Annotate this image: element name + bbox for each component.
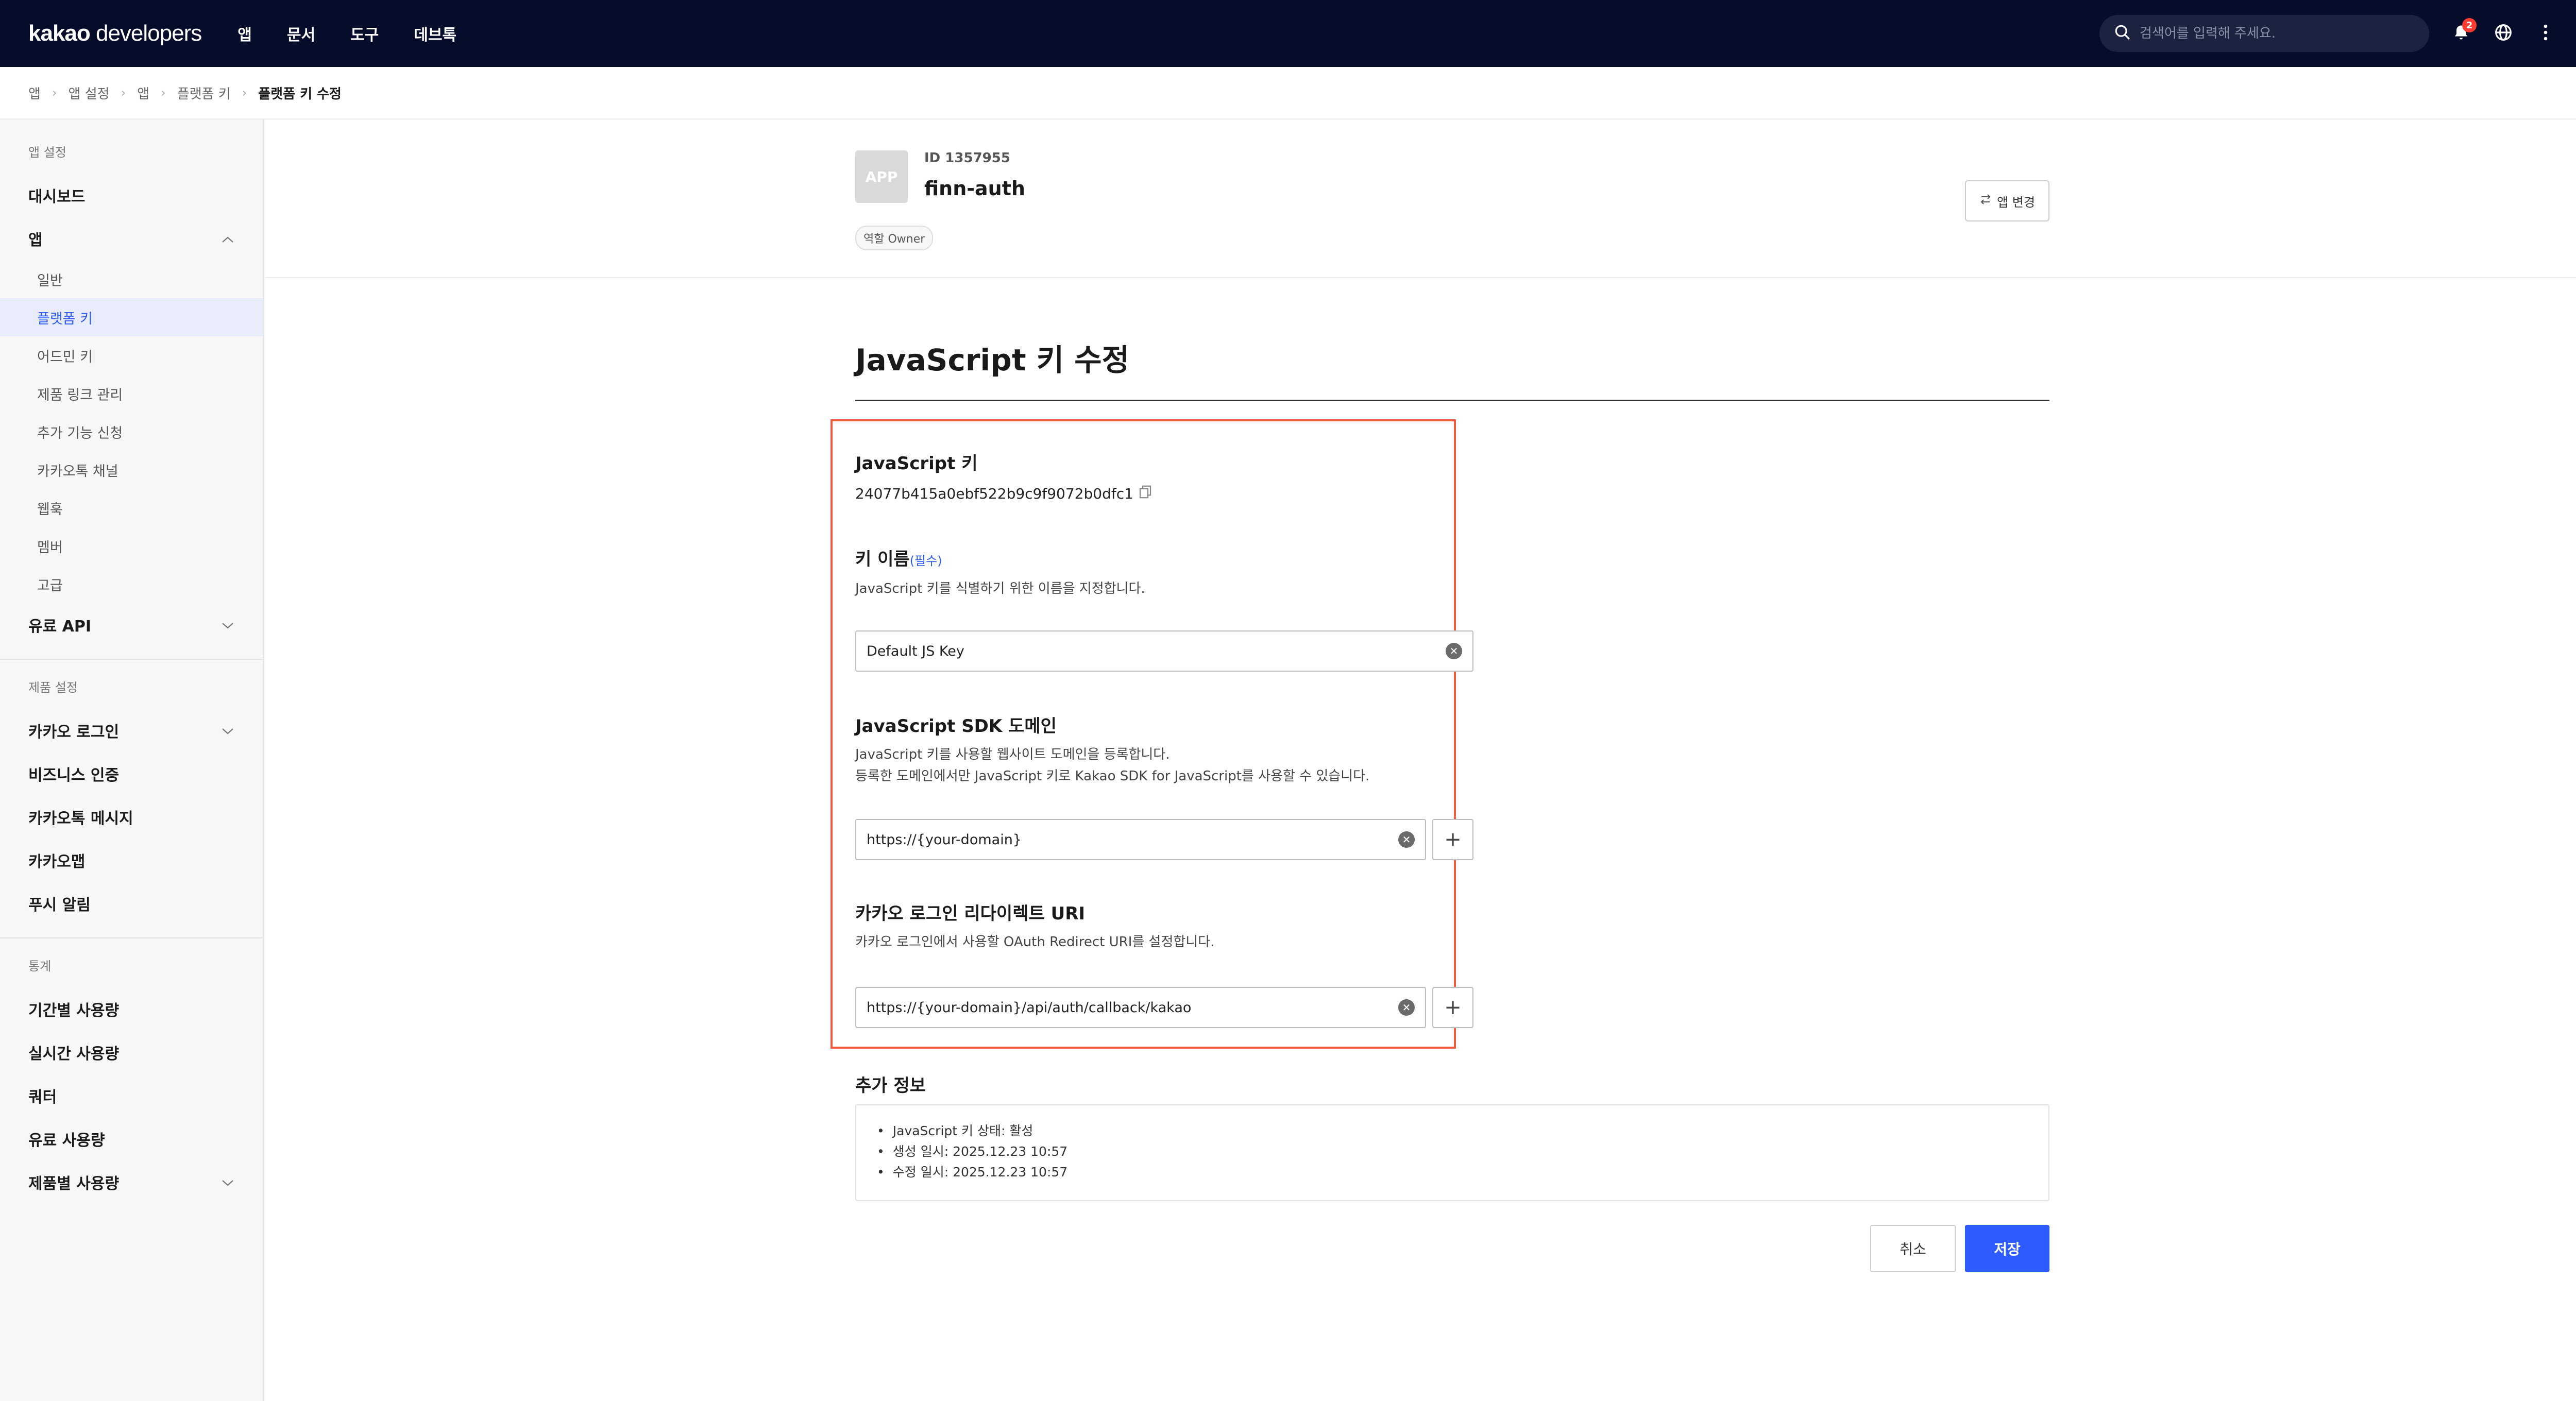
nav-app[interactable]: 앱 bbox=[238, 22, 252, 45]
main-content: APP ID 1357955 finn-auth 역할 Owner 앱 변경 J… bbox=[265, 119, 2576, 1401]
sidebar-item-product-link[interactable]: 제품 링크 관리 bbox=[0, 374, 263, 413]
more-vertical-icon bbox=[2543, 23, 2549, 44]
sidebar-item-kakaotalk-message[interactable]: 카카오톡 메시지 bbox=[0, 795, 263, 839]
nav-docs[interactable]: 문서 bbox=[287, 22, 315, 45]
role-badge: 역할 Owner bbox=[855, 226, 934, 250]
app-icon: APP bbox=[855, 150, 908, 203]
extra-info-item: 수정 일시: 2025.12.23 10:57 bbox=[877, 1162, 2028, 1183]
clear-icon[interactable]: ✕ bbox=[1446, 643, 1462, 659]
extra-info-box: JavaScript 키 상태: 활성 생성 일시: 2025.12.23 10… bbox=[855, 1104, 2049, 1201]
sidebar-item-quota[interactable]: 쿼터 bbox=[0, 1074, 263, 1117]
sidebar: 앱 설정 대시보드 앱 일반 플랫폼 키 어드민 키 제품 링크 관리 추가 기… bbox=[0, 119, 264, 1401]
save-button[interactable]: 저장 bbox=[1965, 1225, 2049, 1272]
sidebar-item-realtime-usage[interactable]: 실시간 사용량 bbox=[0, 1031, 263, 1074]
js-key-value: 24077b415a0ebf522b9c9f9072b0dfc1 bbox=[855, 484, 1153, 503]
notification-button[interactable]: 2 bbox=[2451, 18, 2477, 44]
change-app-button[interactable]: 앱 변경 bbox=[1965, 180, 2049, 221]
plus-icon: + bbox=[1444, 996, 1462, 1019]
clear-icon[interactable]: ✕ bbox=[1398, 831, 1415, 848]
key-name-field: ✕ bbox=[855, 630, 1473, 672]
sidebar-item-business-auth[interactable]: 비즈니스 인증 bbox=[0, 752, 263, 795]
sdk-domain-field: ✕ bbox=[855, 819, 1426, 860]
sidebar-item-period-usage[interactable]: 기간별 사용량 bbox=[0, 987, 263, 1031]
search-icon bbox=[2114, 24, 2131, 43]
top-nav: 앱 문서 도구 데브톡 bbox=[238, 22, 456, 45]
nav-tools[interactable]: 도구 bbox=[350, 22, 379, 45]
chevron-down-icon bbox=[221, 616, 234, 634]
search-box bbox=[2099, 15, 2429, 52]
sidebar-item-kakaomap[interactable]: 카카오맵 bbox=[0, 839, 263, 882]
sidebar-item-paid-usage[interactable]: 유료 사용량 bbox=[0, 1117, 263, 1160]
sdk-domain-desc: JavaScript 키를 사용할 웹사이트 도메인을 등록합니다. 등록한 도… bbox=[855, 747, 1370, 784]
sidebar-item-webhook[interactable]: 웹훅 bbox=[0, 489, 263, 527]
more-menu-button[interactable] bbox=[2535, 23, 2556, 44]
breadcrumb-current: 플랫폼 키 수정 bbox=[258, 86, 342, 102]
chevron-down-icon bbox=[221, 1173, 234, 1191]
breadcrumb-item[interactable]: 앱 설정 bbox=[69, 83, 110, 102]
copy-icon[interactable] bbox=[1138, 484, 1153, 503]
search-input[interactable] bbox=[2140, 26, 2415, 41]
add-domain-button[interactable]: + bbox=[1432, 819, 1473, 860]
nav-devtalk[interactable]: 데브톡 bbox=[414, 22, 456, 45]
redirect-uri-input[interactable] bbox=[867, 999, 1398, 1016]
sidebar-item-dashboard[interactable]: 대시보드 bbox=[0, 174, 263, 217]
sidebar-item-admin-key[interactable]: 어드민 키 bbox=[0, 336, 263, 374]
title-divider bbox=[855, 400, 2049, 401]
sdk-domain-input[interactable] bbox=[867, 831, 1398, 848]
sidebar-item-general[interactable]: 일반 bbox=[0, 260, 263, 298]
sdk-domain-label: JavaScript SDK 도메인 bbox=[855, 716, 1057, 737]
chevron-right-icon: › bbox=[52, 86, 57, 100]
sidebar-item-kakaotalk-channel[interactable]: 카카오톡 채널 bbox=[0, 451, 263, 489]
chevron-down-icon bbox=[221, 722, 234, 740]
required-mark: (필수) bbox=[909, 554, 942, 568]
sidebar-divider bbox=[0, 937, 263, 938]
top-right-controls: 2 현성 bbox=[2099, 15, 2576, 52]
js-key-label: JavaScript 키 bbox=[855, 453, 978, 474]
globe-icon bbox=[2494, 23, 2513, 44]
breadcrumb-item[interactable]: 플랫폼 키 bbox=[177, 83, 231, 102]
plus-icon: + bbox=[1444, 828, 1462, 851]
breadcrumb-item[interactable]: 앱 bbox=[137, 83, 149, 102]
top-navbar: kakao developers 앱 문서 도구 데브톡 2 bbox=[0, 0, 2576, 67]
chevron-right-icon: › bbox=[242, 86, 247, 100]
sidebar-section-product-settings: 제품 설정 bbox=[28, 680, 78, 695]
extra-info-item: JavaScript 키 상태: 활성 bbox=[877, 1121, 2028, 1141]
page-title: JavaScript 키 수정 bbox=[855, 343, 1130, 378]
add-redirect-uri-button[interactable]: + bbox=[1432, 987, 1473, 1028]
sidebar-section-app-settings: 앱 설정 bbox=[28, 145, 66, 160]
sidebar-item-members[interactable]: 멤버 bbox=[0, 527, 263, 565]
breadcrumb-item[interactable]: 앱 bbox=[28, 83, 41, 102]
cancel-button[interactable]: 취소 bbox=[1870, 1225, 1956, 1272]
swap-icon bbox=[1979, 193, 1992, 209]
redirect-uri-label: 카카오 로그인 리다이렉트 URI bbox=[855, 903, 1086, 924]
app-header: APP ID 1357955 finn-auth 역할 Owner 앱 변경 bbox=[265, 119, 2576, 278]
sidebar-item-push[interactable]: 푸시 알림 bbox=[0, 882, 263, 925]
sidebar-item-feature-request[interactable]: 추가 기능 신청 bbox=[0, 413, 263, 451]
extra-info-title: 추가 정보 bbox=[855, 1075, 926, 1096]
sidebar-section-stats: 통계 bbox=[28, 959, 52, 973]
chevron-right-icon: › bbox=[121, 86, 126, 100]
sidebar-item-app[interactable]: 앱 bbox=[0, 217, 263, 260]
app-name: finn-auth bbox=[924, 177, 1025, 200]
breadcrumb: 앱 › 앱 설정 › 앱 › 플랫폼 키 › 플랫폼 키 수정 bbox=[0, 67, 2576, 119]
redirect-uri-field: ✕ bbox=[855, 987, 1426, 1028]
clear-icon[interactable]: ✕ bbox=[1398, 999, 1415, 1016]
extra-info-item: 생성 일시: 2025.12.23 10:57 bbox=[877, 1141, 2028, 1162]
chevron-up-icon bbox=[221, 230, 234, 248]
kakao-developers-logo[interactable]: kakao developers bbox=[28, 21, 202, 46]
key-name-desc: JavaScript 키를 식별하기 위한 이름을 지정합니다. bbox=[855, 581, 1145, 596]
chevron-right-icon: › bbox=[161, 86, 166, 100]
notification-badge: 2 bbox=[2462, 18, 2477, 32]
key-name-label: 키 이름(필수) bbox=[855, 549, 942, 570]
sidebar-item-kakao-login[interactable]: 카카오 로그인 bbox=[0, 709, 263, 752]
redirect-uri-desc: 카카오 로그인에서 사용할 OAuth Redirect URI를 설정합니다. bbox=[855, 934, 1215, 950]
sidebar-item-paid-api[interactable]: 유료 API bbox=[0, 603, 263, 646]
sidebar-item-advanced[interactable]: 고급 bbox=[0, 565, 263, 603]
app-id: ID 1357955 bbox=[924, 150, 1010, 166]
sidebar-divider bbox=[0, 659, 263, 660]
key-name-input[interactable] bbox=[867, 643, 1446, 659]
sidebar-item-product-usage[interactable]: 제품별 사용량 bbox=[0, 1160, 263, 1204]
sidebar-item-platform-key[interactable]: 플랫폼 키 bbox=[0, 298, 263, 336]
language-button[interactable] bbox=[2493, 23, 2514, 44]
